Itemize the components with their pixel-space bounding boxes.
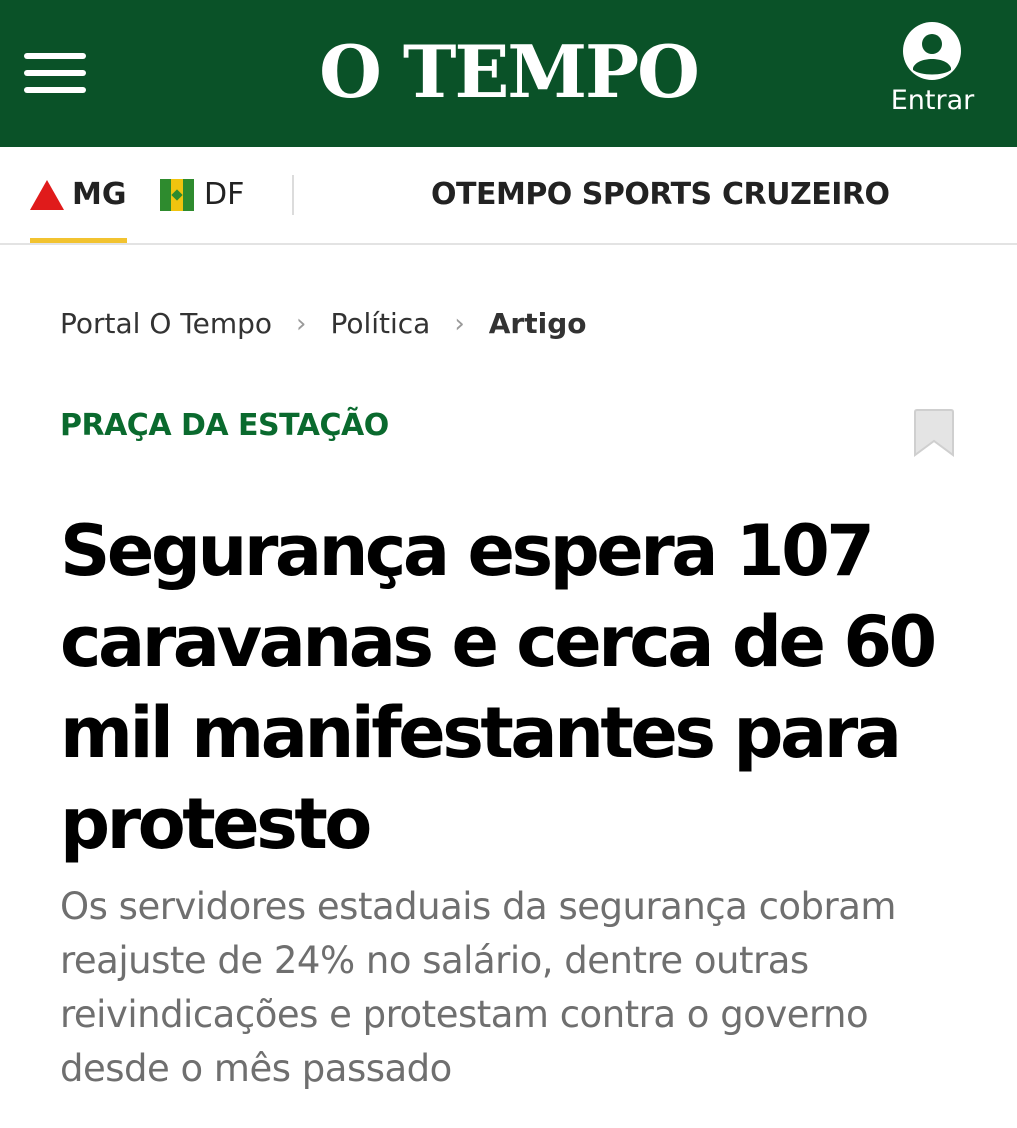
flag-icon [160, 179, 194, 211]
breadcrumb-current: Artigo [488, 307, 587, 340]
user-avatar-icon [903, 22, 961, 80]
hamburger-menu-icon[interactable] [24, 49, 86, 97]
section-label[interactable]: PRAÇA DA ESTAÇÃO [60, 404, 389, 448]
article-headline: Segurança espera 107 caravanas e cerca d… [60, 510, 937, 865]
login-label: Entrar [890, 85, 975, 116]
region-tab-df[interactable]: DF [160, 147, 260, 243]
active-tab-indicator [30, 238, 127, 243]
article-subtitle: Os servidores estaduais da segurança cob… [60, 885, 896, 1090]
breadcrumb-politica[interactable]: Política [330, 302, 430, 346]
region-tab-mg[interactable]: MG [30, 147, 127, 243]
breadcrumb-home[interactable]: Portal O Tempo [60, 302, 272, 346]
site-header: O TEMPO Entrar [0, 0, 1017, 147]
site-logo[interactable]: O TEMPO [250, 22, 767, 122]
login-button[interactable]: Entrar [880, 22, 985, 122]
bookmark-icon[interactable] [913, 408, 955, 458]
breadcrumb: Portal O Tempo › Política › Artigo [60, 302, 587, 346]
nav-link-otempo-sports[interactable]: OTEMPO SPORTS [431, 175, 712, 215]
nav-divider [292, 175, 294, 215]
chevron-right-icon: › [296, 309, 307, 339]
nav-link-cruzeiro[interactable]: CRUZEIRO [722, 175, 890, 215]
chevron-right-icon: › [454, 309, 465, 339]
triangle-icon [30, 180, 64, 210]
region-label-df: DF [204, 177, 245, 212]
region-navbar: MG DF OTEMPO SPORTS CRUZEIRO [0, 147, 1017, 245]
region-label-mg: MG [72, 177, 127, 212]
